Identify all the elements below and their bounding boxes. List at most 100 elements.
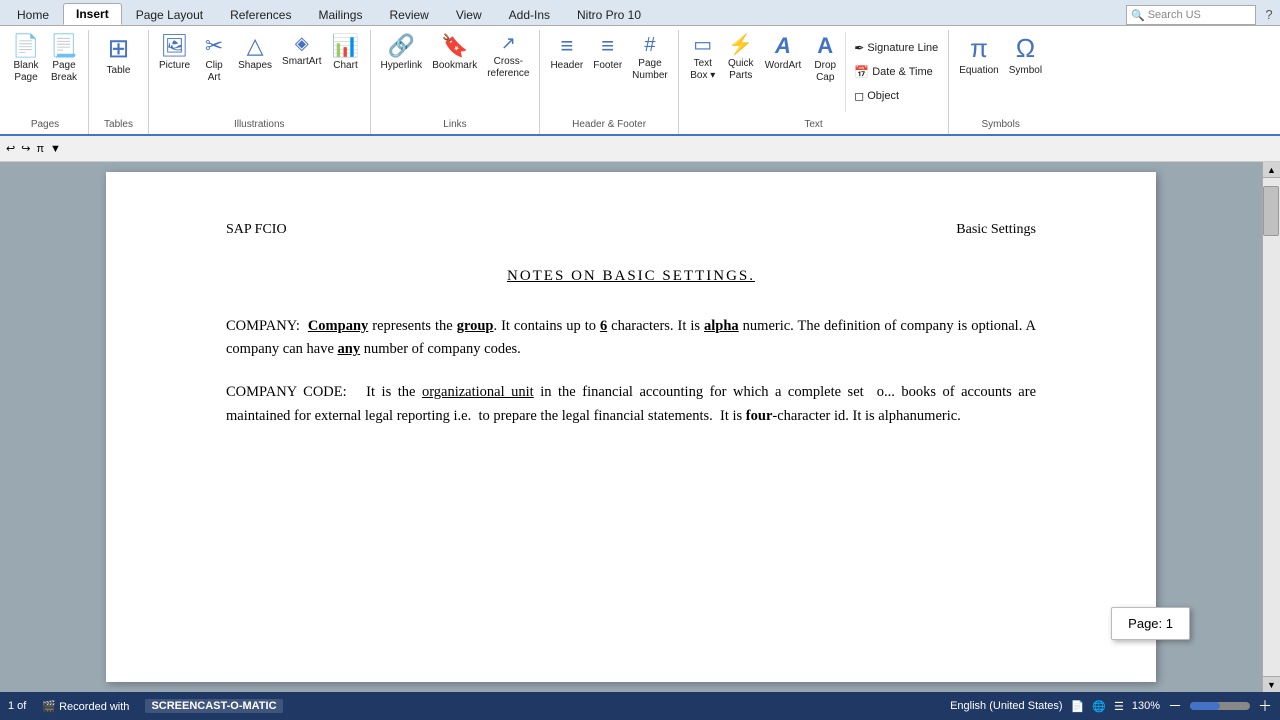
shapes-button[interactable]: △ Shapes: [234, 32, 276, 74]
search-box[interactable]: 🔍 Search US: [1126, 5, 1256, 25]
drop-cap-icon: A: [817, 34, 833, 58]
screencast-text: SCREENCAST-O-MATIC: [151, 700, 276, 712]
tab-review[interactable]: Review: [376, 4, 441, 25]
chart-icon: 📊: [332, 34, 359, 58]
main-area: SAP FCIO Basic Settings NOTES ON BASIC S…: [0, 162, 1280, 692]
document-area: SAP FCIO Basic Settings NOTES ON BASIC S…: [0, 162, 1262, 692]
illustrations-group-label: Illustrations: [234, 119, 285, 132]
alpha-term: alpha: [704, 318, 739, 334]
tab-home[interactable]: Home: [4, 4, 62, 25]
dropdown-arrow[interactable]: ▼: [50, 143, 61, 155]
status-bar-right: English (United States) 📄 🌐 ☰ 130% － ＋: [950, 696, 1272, 716]
paragraph-company: COMPANY: Company represents the group. I…: [226, 315, 1036, 361]
header-button[interactable]: ≡ Header: [546, 32, 587, 74]
page-number-button[interactable]: # PageNumber: [628, 32, 672, 84]
scroll-thumb[interactable]: [1263, 186, 1279, 236]
object-button[interactable]: ◻ Object: [850, 88, 942, 104]
clip-art-icon: ✂: [205, 34, 223, 58]
search-label: Search US: [1148, 9, 1201, 21]
view-outline-icon[interactable]: ☰: [1114, 700, 1124, 713]
vertical-scrollbar[interactable]: ▲ ▼: [1262, 162, 1280, 692]
any-term: any: [338, 341, 361, 357]
ribbon-tabs: Home Insert Page Layout References Maili…: [0, 0, 1280, 26]
page-count-label: 1 of: [8, 700, 26, 712]
symbol-button[interactable]: Ω Symbol: [1005, 32, 1046, 79]
object-label: Object: [867, 90, 899, 102]
text-group-label: Text: [804, 119, 822, 132]
footer-icon: ≡: [601, 34, 614, 58]
header-footer-group-label: Header & Footer: [572, 119, 646, 132]
bookmark-icon: 🔖: [441, 34, 468, 58]
page-body: COMPANY: Company represents the group. I…: [226, 315, 1036, 428]
tab-view[interactable]: View: [443, 4, 495, 25]
tab-page-layout[interactable]: Page Layout: [123, 4, 216, 25]
tab-nitro[interactable]: Nitro Pro 10: [564, 4, 654, 25]
page-break-button[interactable]: 📃 PageBreak: [46, 32, 82, 86]
blank-page-icon: 📄: [12, 34, 39, 58]
links-group-label: Links: [443, 119, 466, 132]
ribbon: 📄 BlankPage 📃 PageBreak Pages ⊞ Table Ta…: [0, 26, 1280, 136]
view-web-icon[interactable]: 🌐: [1092, 700, 1106, 713]
quick-parts-icon: ⚡: [728, 34, 753, 56]
signature-line-button[interactable]: ✒ Signature Line: [850, 40, 942, 56]
quick-parts-button[interactable]: ⚡ QuickParts: [723, 32, 759, 84]
hyperlink-button[interactable]: 🔗 Hyperlink: [377, 32, 427, 74]
smartart-button[interactable]: ◈ SmartArt: [278, 32, 325, 70]
help-icon[interactable]: ?: [1258, 3, 1280, 25]
date-time-button[interactable]: 📅 Date & Time: [850, 64, 942, 80]
scroll-down-button[interactable]: ▼: [1263, 676, 1280, 692]
ribbon-group-symbols: π Equation Ω Symbol Symbols: [949, 30, 1052, 134]
date-time-icon: 📅: [854, 65, 869, 79]
view-normal-icon[interactable]: 📄: [1071, 700, 1085, 713]
equation-button[interactable]: π Equation: [955, 32, 1002, 79]
tab-addins[interactable]: Add-Ins: [496, 4, 563, 25]
text-box-button[interactable]: ▭ TextBox ▾: [685, 32, 721, 84]
picture-icon: 🖼: [161, 34, 189, 58]
ribbon-group-header-footer: ≡ Header ≡ Footer # PageNumber Header & …: [540, 30, 678, 134]
date-time-label: Date & Time: [872, 66, 933, 78]
chart-button[interactable]: 📊 Chart: [328, 32, 364, 74]
ribbon-group-tables: ⊞ Table Tables: [89, 30, 149, 134]
page-header: SAP FCIO Basic Settings: [226, 222, 1036, 238]
drop-cap-button[interactable]: A DropCap: [807, 32, 843, 86]
pages-group-label: Pages: [31, 119, 59, 132]
clip-art-button[interactable]: ✂ ClipArt: [196, 32, 232, 86]
undo-icon[interactable]: ↩: [6, 142, 15, 155]
screencast-brand: SCREENCAST-O-MATIC: [145, 699, 282, 713]
blank-page-button[interactable]: 📄 BlankPage: [8, 32, 44, 86]
scroll-track: [1263, 178, 1280, 676]
document-page: SAP FCIO Basic Settings NOTES ON BASIC S…: [106, 172, 1156, 682]
company-term: Company: [308, 318, 368, 334]
cross-reference-button[interactable]: ↗ Cross-reference: [483, 32, 533, 82]
tab-mailings[interactable]: Mailings: [305, 4, 375, 25]
wordart-button[interactable]: A WordArt: [761, 32, 806, 74]
signature-line-label: Signature Line: [867, 42, 938, 54]
picture-button[interactable]: 🖼 Picture: [155, 32, 194, 74]
hyperlink-icon: 🔗: [388, 34, 415, 58]
bookmark-button[interactable]: 🔖 Bookmark: [428, 32, 481, 74]
zoom-slider[interactable]: [1190, 702, 1250, 710]
signature-line-icon: ✒: [854, 41, 864, 55]
language-label: English (United States): [950, 700, 1063, 712]
zoom-in-button[interactable]: ＋: [1258, 696, 1272, 716]
table-button[interactable]: ⊞ Table: [101, 32, 137, 79]
shapes-icon: △: [247, 34, 264, 58]
tab-references[interactable]: References: [217, 4, 304, 25]
tab-insert[interactable]: Insert: [63, 3, 122, 25]
symbol-icon: Ω: [1016, 34, 1035, 63]
recorded-label: 🎬 Recorded with: [42, 700, 129, 713]
ribbon-group-pages: 📄 BlankPage 📃 PageBreak Pages: [2, 30, 89, 134]
formula-icon[interactable]: π: [36, 143, 44, 155]
zoom-level: 130%: [1132, 700, 1160, 712]
tables-group-label: Tables: [104, 119, 133, 132]
symbols-group-label: Symbols: [982, 119, 1020, 132]
footer-button[interactable]: ≡ Footer: [589, 32, 626, 74]
ribbon-group-links: 🔗 Hyperlink 🔖 Bookmark ↗ Cross-reference…: [371, 30, 541, 134]
redo-icon[interactable]: ↪: [21, 142, 30, 155]
header-right: Basic Settings: [956, 222, 1036, 238]
page-popup-text: Page: 1: [1128, 616, 1173, 631]
zoom-out-button[interactable]: －: [1168, 696, 1182, 716]
table-icon: ⊞: [108, 34, 130, 63]
scroll-up-button[interactable]: ▲: [1263, 162, 1280, 178]
status-bar: 1 of 🎬 Recorded with SCREENCAST-O-MATIC …: [0, 692, 1280, 720]
